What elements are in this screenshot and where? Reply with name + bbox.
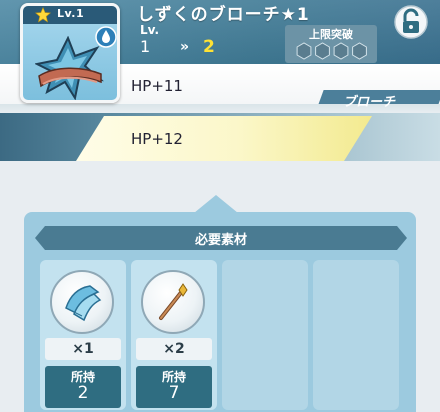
- owned-count: 7: [168, 383, 180, 403]
- limit-break-label: 上限突破: [309, 28, 353, 41]
- card-level: Lv.1: [57, 7, 85, 20]
- materials-title: 必要素材: [194, 233, 247, 248]
- brooch-icon: [35, 36, 104, 100]
- limit-break-hexagon-icon: [296, 42, 312, 60]
- level-label: Lv.: [140, 23, 160, 37]
- star-icon: [35, 7, 51, 23]
- limit-break-hexes: [296, 42, 367, 60]
- wand-material-icon: [159, 283, 188, 320]
- limit-break-slots: [295, 42, 369, 64]
- owned-box: 所持 7: [136, 366, 212, 408]
- level-arrow: »: [180, 39, 190, 55]
- limit-break-hexagon-icon: [315, 42, 330, 60]
- owned-box: 所持 2: [45, 366, 121, 408]
- material-icon-frame: [141, 270, 205, 334]
- limit-break-hexagon-icon: [352, 42, 367, 60]
- level-current: 1: [140, 37, 151, 56]
- next-stat: HP+12: [131, 130, 183, 148]
- materials-pointer: [194, 195, 238, 213]
- current-stat: HP+11: [131, 77, 183, 95]
- owned-count: 2: [77, 383, 89, 403]
- cloth-material-icon: [65, 285, 102, 322]
- material-quantity: ×1: [45, 338, 121, 360]
- material-quantity: ×2: [136, 338, 212, 360]
- item-card[interactable]: Lv.1: [20, 3, 120, 103]
- limit-break-panel: 上限突破: [285, 25, 377, 63]
- next-stat-highlight: [76, 116, 372, 161]
- material-icon-frame: [50, 270, 114, 334]
- material-slot[interactable]: ×2 所持 7: [131, 260, 217, 410]
- item-type-label: ブローチ: [343, 95, 396, 110]
- material-slot[interactable]: ×1 所持 2: [40, 260, 126, 410]
- item-name: しずくのブローチ★1: [137, 5, 310, 25]
- limit-break-hexagon-icon: [333, 42, 349, 60]
- lock-icon[interactable]: [392, 2, 430, 42]
- empty-material-slot: [222, 260, 308, 410]
- empty-material-slot: [313, 260, 399, 410]
- level-next: 2: [203, 37, 215, 57]
